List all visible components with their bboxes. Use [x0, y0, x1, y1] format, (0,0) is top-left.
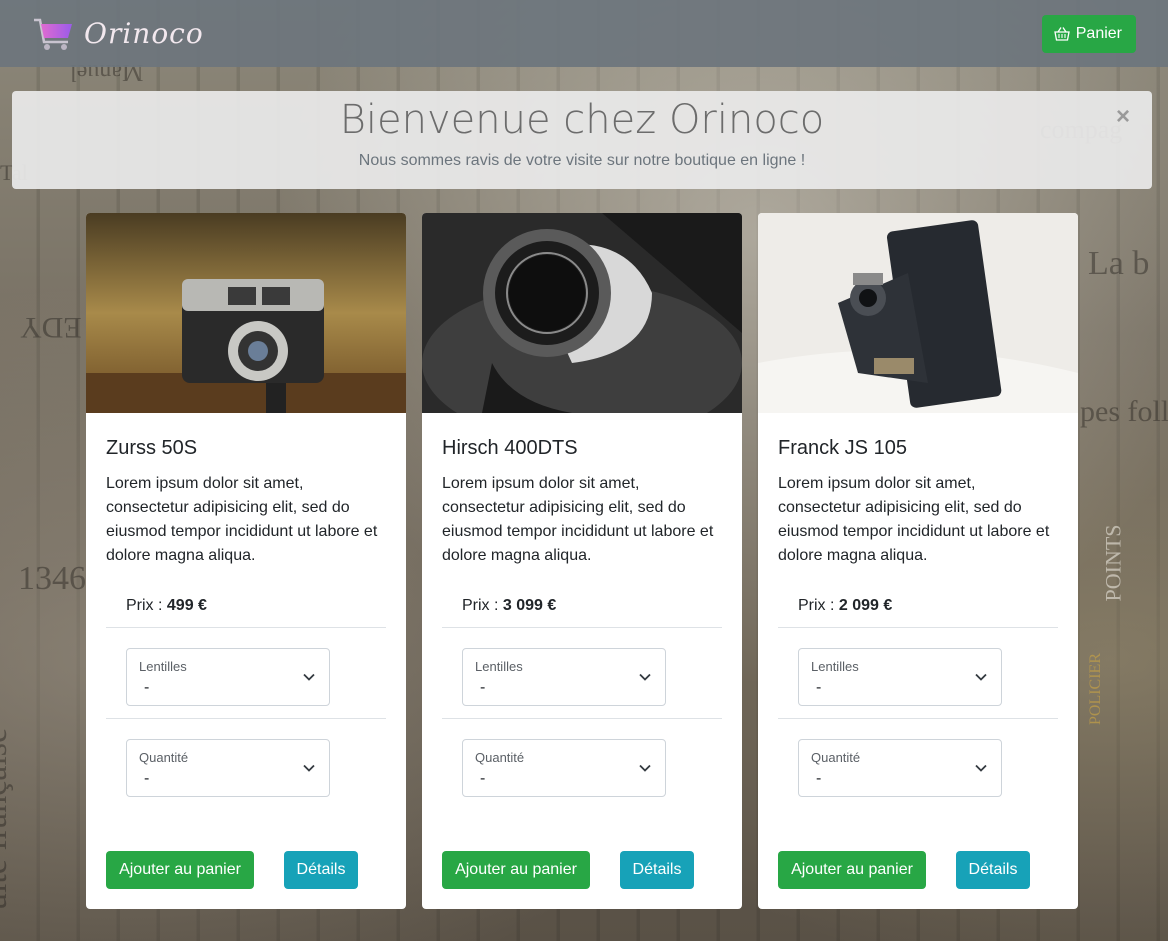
details-button[interactable]: Détails: [620, 851, 694, 889]
bg-text: La b: [1088, 245, 1150, 282]
product-name: Zurss 50S: [106, 437, 198, 459]
quantity-select-label: Quantité: [811, 750, 861, 765]
price-value: 499 €: [166, 597, 207, 614]
bg-text: 1346: [18, 560, 86, 597]
product-name: Hirsch 400DTS: [442, 437, 578, 459]
lens-row: Lentilles -: [442, 628, 722, 719]
product-image: [86, 213, 406, 413]
bg-text: POINTS: [1100, 524, 1126, 602]
chevron-down-icon: [975, 764, 987, 772]
lens-row: Lentilles -: [106, 628, 386, 719]
lens-select-value: -: [480, 679, 486, 696]
chevron-down-icon: [303, 673, 315, 681]
quantity-select-label: Quantité: [139, 750, 189, 765]
lens-select[interactable]: Lentilles -: [126, 648, 330, 706]
price-label: Prix :: [798, 597, 839, 614]
quantity-select[interactable]: Quantité -: [798, 739, 1002, 797]
lens-select-value: -: [816, 679, 822, 696]
lens-select[interactable]: Lentilles -: [798, 648, 1002, 706]
quantity-select-value: -: [144, 770, 150, 787]
product-card: Zurss 50S Lorem ipsum dolor sit amet, co…: [86, 213, 406, 909]
quantity-select-label: Quantité: [475, 750, 525, 765]
top-navbar: Orinoco Panier: [0, 0, 1168, 67]
chevron-down-icon: [975, 673, 987, 681]
chevron-down-icon: [303, 764, 315, 772]
product-description: Lorem ipsum dolor sit amet, consectetur …: [106, 475, 378, 564]
price-label: Prix :: [462, 597, 503, 614]
quantity-row: Quantité -: [106, 719, 386, 809]
bg-text: pes foll: [1080, 395, 1168, 428]
add-to-cart-button[interactable]: Ajouter au panier: [442, 851, 590, 889]
camera-photo-zurss: [86, 213, 406, 413]
price-row: Prix : 3 099 €: [442, 597, 722, 628]
cart-label: Panier: [1075, 24, 1122, 42]
details-button[interactable]: Détails: [956, 851, 1030, 889]
price-value: 2 099 €: [838, 597, 893, 614]
chevron-down-icon: [639, 764, 651, 772]
product-card: Franck JS 105 Lorem ipsum dolor sit amet…: [758, 213, 1078, 909]
shopping-cart-logo-icon: [34, 18, 72, 50]
product-image: [758, 213, 1078, 413]
chevron-down-icon: [639, 673, 651, 681]
lens-select-label: Lentilles: [139, 659, 187, 674]
product-image: [422, 213, 742, 413]
quantity-select[interactable]: Quantité -: [126, 739, 330, 797]
price-label: Prix :: [126, 597, 167, 614]
lens-select-label: Lentilles: [811, 659, 859, 674]
product-name: Franck JS 105: [778, 437, 907, 459]
product-card: Hirsch 400DTS Lorem ipsum dolor sit amet…: [422, 213, 742, 909]
add-to-cart-button[interactable]: Ajouter au panier: [106, 851, 254, 889]
welcome-alert: Bienvenue chez Orinoco Nous sommes ravis…: [12, 91, 1152, 189]
bg-text: POLICIER: [1087, 653, 1104, 725]
product-description: Lorem ipsum dolor sit amet, consectetur …: [778, 475, 1050, 564]
product-description: Lorem ipsum dolor sit amet, consectetur …: [442, 475, 714, 564]
quantity-row: Quantité -: [778, 719, 1058, 809]
price-row: Prix : 2 099 €: [778, 597, 1058, 628]
bg-text: uite française: [0, 727, 15, 911]
quantity-select-value: -: [480, 770, 486, 787]
camera-photo-hirsch: [422, 213, 742, 413]
lens-select-label: Lentilles: [475, 659, 523, 674]
welcome-title: Bienvenue chez Orinoco: [339, 97, 825, 143]
basket-icon: [1053, 26, 1070, 41]
bg-text: EDY: [20, 311, 82, 344]
price-value: 3 099 €: [502, 597, 557, 614]
details-button[interactable]: Détails: [284, 851, 358, 889]
brand-name: Orinoco: [84, 17, 204, 50]
quantity-row: Quantité -: [442, 719, 722, 809]
brand[interactable]: Orinoco: [32, 16, 204, 52]
camera-photo-franck: [758, 213, 1078, 413]
welcome-subtitle: Nous sommes ravis de votre visite sur no…: [358, 152, 806, 169]
price-row: Prix : 499 €: [106, 597, 386, 628]
cart-button[interactable]: Panier: [1041, 14, 1136, 53]
lens-select[interactable]: Lentilles -: [462, 648, 666, 706]
lens-select-value: -: [144, 679, 150, 696]
quantity-select[interactable]: Quantité -: [462, 739, 666, 797]
lens-row: Lentilles -: [778, 628, 1058, 719]
quantity-select-value: -: [816, 770, 822, 787]
close-icon[interactable]: ×: [1116, 105, 1130, 129]
add-to-cart-button[interactable]: Ajouter au panier: [778, 851, 926, 889]
